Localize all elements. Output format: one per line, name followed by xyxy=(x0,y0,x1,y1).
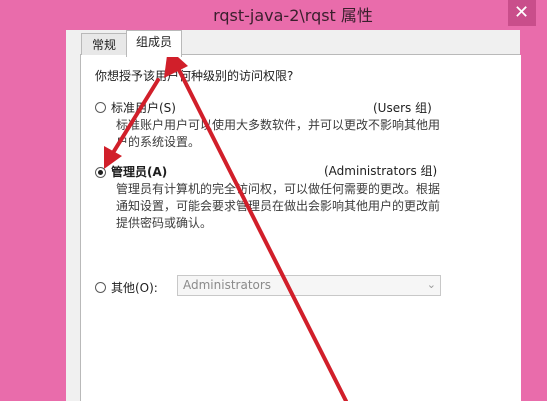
window-frame-left xyxy=(0,0,66,401)
standard-user-radio[interactable] xyxy=(95,102,106,113)
chevron-down-icon: ⌄ xyxy=(426,278,436,291)
close-button[interactable]: ✕ xyxy=(508,0,536,26)
standard-user-description-line: 户的系统设置。 xyxy=(116,135,201,149)
administrator-description-line: 通知设置，可能会要求管理员在做出会影响其他用户的更改前 xyxy=(116,199,441,213)
other-radio[interactable] xyxy=(95,282,106,293)
administrators-group-label: (Administrators 组) xyxy=(324,164,438,178)
administrator-description-line: 管理员有计算机的完全访问权，可以做任何需要的更改。根据 xyxy=(116,182,441,196)
administrator-description: 管理员有计算机的完全访问权，可以做任何需要的更改。根据 通知设置，可能会要求管理… xyxy=(116,181,440,232)
tab-general[interactable]: 常规 xyxy=(81,33,127,56)
screenshot-stage: rqst-java-2\rqst 属性 ✕ 常规 组成员 你想授予该用户何种级别… xyxy=(0,0,547,401)
tab-group-membership[interactable]: 组成员 xyxy=(126,30,182,57)
standard-user-label[interactable]: 标准用户(S) xyxy=(111,99,176,116)
other-label[interactable]: 其他(O): xyxy=(111,279,158,296)
other-group-select[interactable]: Administrators ⌄ xyxy=(177,275,441,296)
administrator-radio[interactable] xyxy=(95,167,106,178)
window-frame-right xyxy=(520,0,547,401)
title-bar: rqst-java-2\rqst 属性 ✕ xyxy=(66,0,536,30)
window-title: rqst-java-2\rqst 属性 xyxy=(213,6,373,25)
access-level-question: 你想授予该用户何种级别的访问权限? xyxy=(95,69,294,83)
administrator-description-line: 提供密码或确认。 xyxy=(116,216,213,230)
standard-user-description-line: 标准账户用户可以使用大多数软件，并可以更改不影响其他用 xyxy=(116,118,441,132)
other-group-select-value: Administrators xyxy=(183,278,272,292)
close-icon: ✕ xyxy=(514,2,530,23)
standard-user-description: 标准账户用户可以使用大多数软件，并可以更改不影响其他用 户的系统设置。 xyxy=(116,117,440,151)
users-group-label: (Users 组) xyxy=(373,101,432,115)
administrator-label[interactable]: 管理员(A) xyxy=(111,163,167,180)
